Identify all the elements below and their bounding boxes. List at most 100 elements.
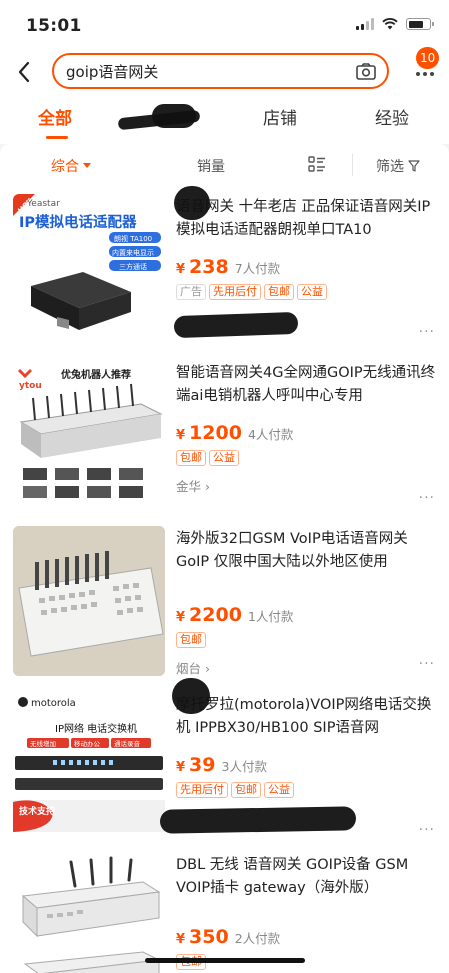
- product-image[interactable]: ytou 优兔机器人推荐: [13, 360, 165, 510]
- redacted-tab: [116, 100, 206, 136]
- tab-shops[interactable]: 店铺: [263, 104, 297, 129]
- product-price: 1200: [189, 422, 242, 444]
- seller-location-label: 金华: [176, 479, 202, 494]
- search-header: goip语音网关 10: [0, 44, 449, 100]
- currency-symbol: ¥: [176, 262, 186, 277]
- tag-ad: 广告: [176, 284, 206, 300]
- sort-sales-label: 销量: [197, 159, 225, 175]
- thumb-chip: 三方通话: [119, 262, 147, 271]
- sort-comprehensive[interactable]: 综合: [51, 156, 91, 176]
- search-query[interactable]: goip语音网关: [66, 61, 355, 82]
- seller-location[interactable]: 烟台 ›: [176, 658, 438, 677]
- redacted-shop-mark: [172, 678, 210, 714]
- price-row: ¥1200 4人付款: [176, 422, 438, 444]
- tag-list: 广告 先用后付 包邮 公益: [176, 284, 438, 300]
- paid-count: 4人付款: [247, 427, 294, 442]
- price-row: ¥2200 1人付款: [176, 604, 438, 626]
- tag: 包邮: [231, 782, 261, 798]
- card-more-button[interactable]: ···: [419, 656, 435, 672]
- sort-divider: [352, 154, 353, 176]
- thumb-headline: 优兔机器人推荐: [61, 368, 131, 381]
- tag-list: 包邮: [176, 632, 438, 648]
- status-icons: [356, 18, 434, 30]
- price-row: ¥238 7人付款: [176, 256, 438, 278]
- seller-location[interactable]: 金华 ›: [176, 476, 438, 495]
- thumb-brand: motorola: [31, 698, 76, 709]
- product-price: 2200: [189, 604, 242, 626]
- layout-toggle-button[interactable]: [308, 156, 326, 172]
- product-photo: HOT Yeastar IP模拟电话适配器 朗视 TA100 内置来电显示 三方…: [13, 194, 161, 330]
- thumb-chip: 朗视 TA100: [114, 234, 152, 243]
- product-title[interactable]: 摩托罗拉(motorola)VOIP网络电话交换机 IPPBX30/HB100 …: [176, 694, 438, 740]
- tag: 先用后付: [176, 782, 228, 798]
- price-row: ¥39 3人付款: [176, 754, 438, 776]
- card-more-button[interactable]: ···: [419, 822, 435, 838]
- camera-icon[interactable]: [355, 61, 377, 81]
- product-price: 39: [189, 754, 216, 776]
- result-tabs: 全部 店铺 经验: [0, 100, 449, 144]
- card-more-button[interactable]: ···: [419, 324, 435, 340]
- product-card[interactable]: DBL 无线 语音网关 GOIP设备 GSM VOIP插卡 gateway（海外…: [0, 850, 449, 973]
- funnel-icon: [408, 160, 420, 172]
- tag-list: 包邮 公益: [176, 450, 438, 466]
- tag: 包邮: [264, 284, 294, 300]
- tag: 公益: [297, 284, 327, 300]
- paid-count: 3人付款: [221, 759, 267, 774]
- wifi-icon: [382, 18, 398, 30]
- product-list: HOT Yeastar IP模拟电话适配器 朗视 TA100 内置来电显示 三方…: [0, 186, 449, 973]
- paid-count: 1人付款: [247, 609, 294, 624]
- product-photo: [21, 856, 161, 973]
- price-row: ¥350 2人付款: [176, 926, 438, 948]
- paid-count: 7人付款: [234, 261, 281, 276]
- status-time: 15:01: [26, 16, 82, 36]
- tag: 包邮: [176, 450, 206, 466]
- more-menu-button[interactable]: [414, 64, 438, 86]
- product-card[interactable]: 海外版32口GSM VoIP电话语音网关GoIP 仅限中国大陆以外地区使用 ¥2…: [0, 518, 449, 683]
- filter-button[interactable]: 筛选: [376, 156, 420, 176]
- status-bar: 15:01: [0, 0, 449, 44]
- product-image[interactable]: [13, 856, 165, 973]
- redacted-shop-name: [173, 311, 299, 339]
- product-photo: ytou 优兔机器人推荐: [17, 368, 163, 498]
- redacted-shop-name: [159, 806, 357, 834]
- thumb-support-label: 技术支持: [19, 805, 55, 817]
- thumb-chip: 通话录音: [114, 739, 141, 748]
- product-title[interactable]: 语音网关 十年老店 正品保证语音网关IP模拟电话适配器朗视单口TA10: [176, 196, 438, 242]
- thumb-brand: ytou: [19, 381, 42, 391]
- thumb-chip: 移动办公: [74, 739, 101, 748]
- tab-active-indicator: [46, 136, 68, 139]
- chevron-right-icon: ›: [205, 661, 210, 676]
- thumb-brand: Yeastar: [26, 199, 60, 209]
- product-title[interactable]: 智能语音网关4G全网通GOIP无线通讯终端ai电销机器人呼叫中心专用: [176, 362, 438, 408]
- chevron-right-icon: ›: [205, 479, 210, 494]
- product-price: 238: [189, 256, 229, 278]
- more-dots-icon: [416, 72, 434, 76]
- sort-sales[interactable]: 销量: [197, 156, 225, 176]
- paid-count: 2人付款: [234, 931, 281, 946]
- chevron-left-icon: [18, 61, 30, 83]
- currency-symbol: ¥: [176, 932, 186, 947]
- product-title[interactable]: 海外版32口GSM VoIP电话语音网关GoIP 仅限中国大陆以外地区使用: [176, 528, 438, 574]
- caret-down-icon: [83, 163, 91, 168]
- product-card[interactable]: HOT Yeastar IP模拟电话适配器 朗视 TA100 内置来电显示 三方…: [0, 186, 449, 351]
- tab-all[interactable]: 全部: [38, 104, 72, 129]
- currency-symbol: ¥: [176, 760, 186, 775]
- product-photo: [13, 526, 165, 676]
- back-button[interactable]: [12, 58, 36, 86]
- card-more-button[interactable]: ···: [419, 490, 435, 506]
- product-card[interactable]: ytou 优兔机器人推荐 智能语音网关4G全网通GOIP无线通讯终端ai电销机器…: [0, 352, 449, 517]
- tag: 包邮: [176, 632, 206, 648]
- product-image[interactable]: motorola IP网络 电话交换机 无线增加 移动办公 通话录音 技术支持: [13, 692, 165, 842]
- tab-experience[interactable]: 经验: [375, 104, 409, 129]
- home-indicator[interactable]: [145, 958, 305, 963]
- signal-icon: [356, 18, 374, 30]
- product-card[interactable]: motorola IP网络 电话交换机 无线增加 移动办公 通话录音 技术支持 …: [0, 678, 449, 849]
- sort-comprehensive-label: 综合: [51, 159, 79, 175]
- filter-label: 筛选: [376, 159, 404, 175]
- search-input[interactable]: goip语音网关: [52, 53, 389, 89]
- sort-bar: 综合 销量 筛选: [0, 144, 449, 186]
- product-title[interactable]: DBL 无线 语音网关 GOIP设备 GSM VOIP插卡 gateway（海外…: [176, 854, 438, 900]
- tag-list: 先用后付 包邮 公益: [176, 782, 438, 798]
- product-image[interactable]: [13, 526, 165, 676]
- product-image[interactable]: HOT Yeastar IP模拟电话适配器 朗视 TA100 内置来电显示 三方…: [13, 194, 165, 344]
